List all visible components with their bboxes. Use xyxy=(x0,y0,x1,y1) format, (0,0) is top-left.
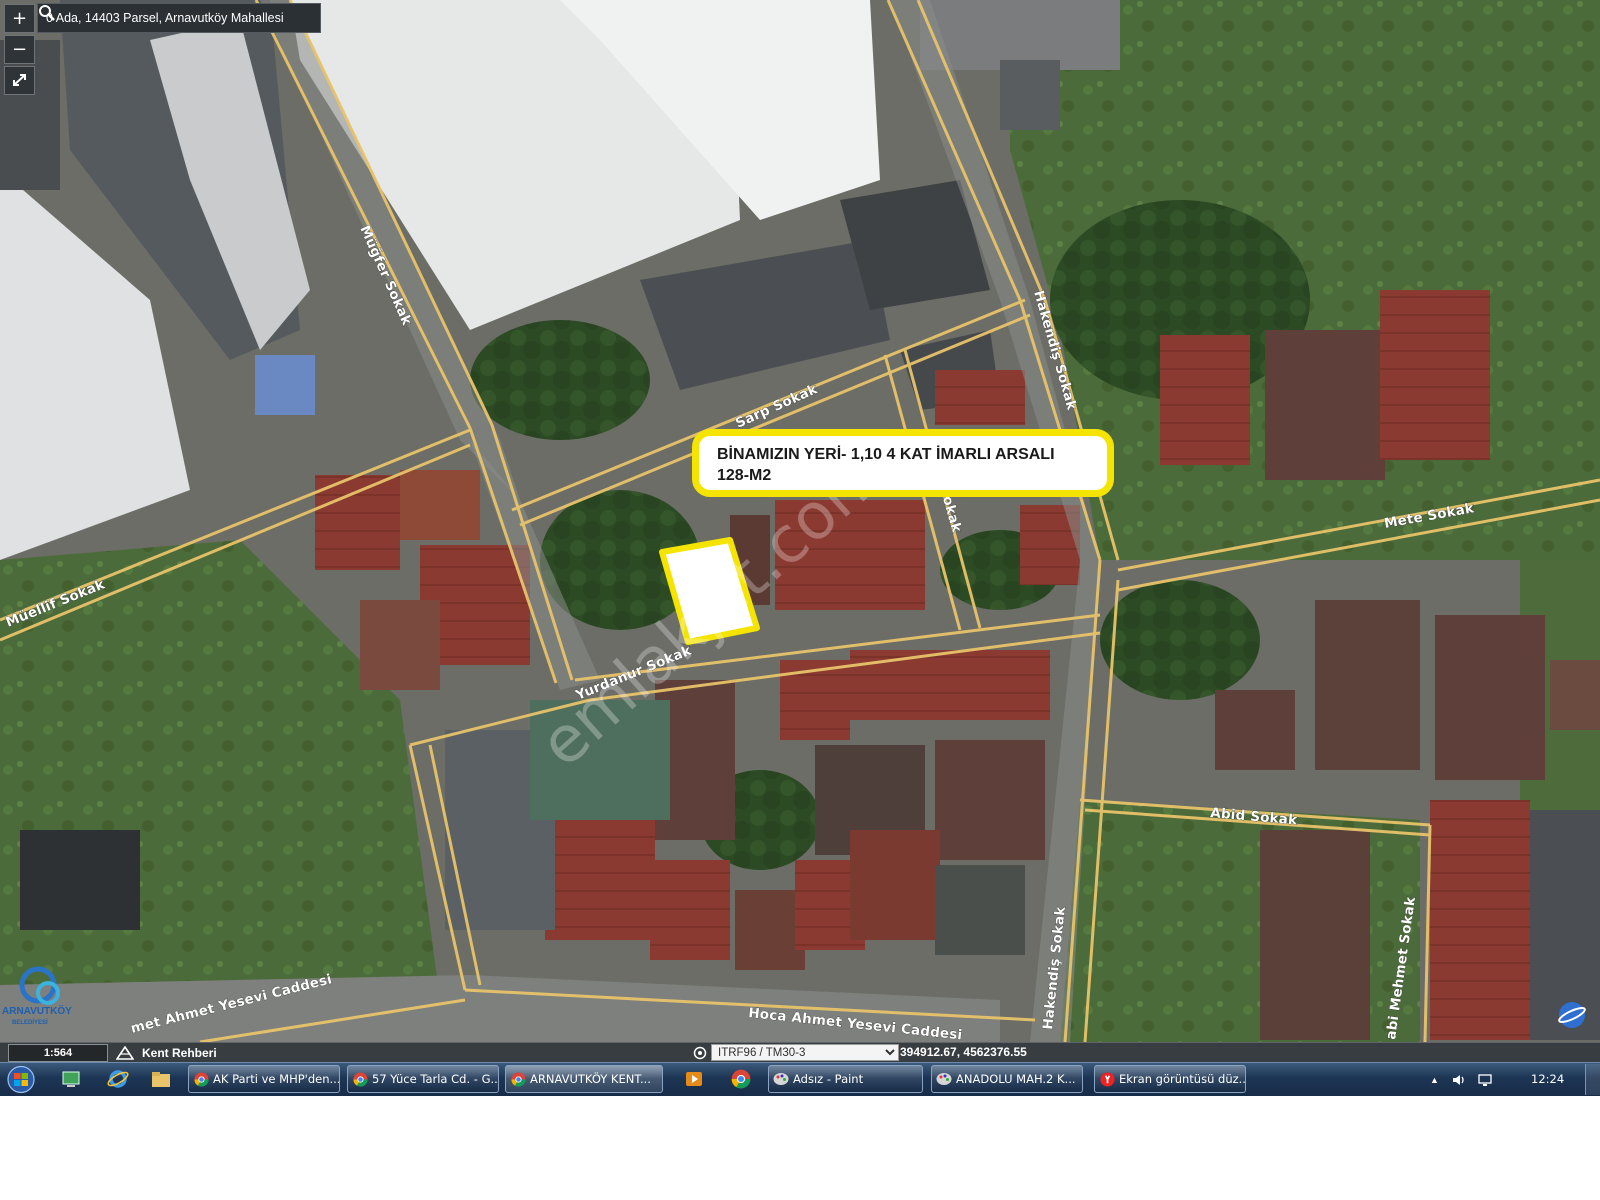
paint-icon xyxy=(936,1071,952,1087)
annotation-line-1: BİNAMIZIN YERİ- 1,10 4 KAT İMARLI ARSALI xyxy=(717,446,1055,463)
crs-select[interactable]: ITRF96 / TM30-3 xyxy=(711,1044,899,1061)
internet-explorer-icon xyxy=(107,1070,129,1088)
zoom-in-button[interactable]: + xyxy=(4,4,35,33)
search-icon xyxy=(39,5,55,21)
ie-quicklaunch[interactable] xyxy=(105,1067,131,1091)
windows-start-icon xyxy=(7,1065,35,1094)
kent-rehberi-label: Kent Rehberi xyxy=(142,1045,217,1060)
chrome-quicklaunch[interactable] xyxy=(728,1067,754,1091)
media-player-quicklaunch[interactable] xyxy=(681,1067,707,1091)
svg-text:BELEDİYESİ: BELEDİYESİ xyxy=(12,1019,48,1026)
folder-icon xyxy=(152,1072,170,1087)
taskbar-clock[interactable]: 12:24 xyxy=(1531,1063,1564,1096)
taskbar-item-4[interactable]: Adsız - Paint xyxy=(768,1065,923,1093)
network-icon[interactable] xyxy=(1477,1073,1493,1087)
yandex-icon xyxy=(1099,1071,1115,1087)
search-box xyxy=(37,3,321,33)
annotation-line-2: 128-M2 xyxy=(717,467,772,484)
chrome-icon xyxy=(352,1071,368,1087)
explorer-quicklaunch[interactable] xyxy=(148,1067,174,1091)
paint-icon xyxy=(773,1071,789,1087)
zoom-out-button[interactable]: − xyxy=(4,35,35,64)
taskbar-item-5[interactable]: ANADOLU MAH.2 K... xyxy=(931,1065,1083,1093)
media-player-icon xyxy=(686,1072,702,1086)
map-icon xyxy=(116,1045,134,1060)
target-icon xyxy=(693,1046,707,1059)
annotation-box: BİNAMIZIN YERİ- 1,10 4 KAT İMARLI ARSALI… xyxy=(692,429,1114,497)
taskbar-item-1[interactable]: AK Parti ve MHP'den... xyxy=(188,1065,340,1093)
expand-icon xyxy=(13,74,26,86)
kent-rehberi-link[interactable]: Kent Rehberi xyxy=(116,1043,217,1062)
volume-icon[interactable] xyxy=(1451,1073,1467,1087)
coordinate-readout: 394912.67, 4562376.55 xyxy=(900,1045,1027,1059)
map-view[interactable]: Müğfer Sokak Sarp Sokak Müellif Sokak Ha… xyxy=(0,0,1600,1042)
chrome-icon xyxy=(510,1071,526,1087)
crs-selector: ITRF96 / TM30-3 xyxy=(693,1044,899,1061)
show-desktop-quicklaunch[interactable] xyxy=(58,1067,84,1091)
taskbar-item-3[interactable]: ARNAVUTKÖY KENT... xyxy=(505,1065,663,1093)
chrome-icon xyxy=(193,1071,209,1087)
fullscreen-button[interactable] xyxy=(4,66,35,95)
scale-display[interactable]: 1:564 xyxy=(8,1044,108,1062)
taskbar-item-6[interactable]: Ekran görüntüsü düz... xyxy=(1094,1065,1246,1093)
tray-expand-icon[interactable]: ▲ xyxy=(1430,1075,1439,1085)
taskbar: AK Parti ve MHP'den... 57 Yüce Tarla Cd.… xyxy=(0,1062,1600,1096)
search-input[interactable] xyxy=(38,11,294,25)
taskbar-item-2[interactable]: 57 Yüce Tarla Cd. - G... xyxy=(347,1065,499,1093)
search-button[interactable] xyxy=(39,5,320,31)
system-tray: ▲ xyxy=(1430,1063,1493,1096)
chrome-icon xyxy=(731,1069,751,1089)
start-button[interactable] xyxy=(2,1064,40,1095)
desktop-icon xyxy=(62,1071,80,1087)
map-status-bar: 1:564 Kent Rehberi ITRF96 / TM30-3 39491… xyxy=(0,1042,1600,1062)
satellite-map: Müğfer Sokak Sarp Sokak Müellif Sokak Ha… xyxy=(0,0,1600,1042)
svg-text:ARNAVUTKÖY: ARNAVUTKÖY xyxy=(2,1004,72,1017)
show-desktop-button[interactable] xyxy=(1585,1064,1600,1095)
